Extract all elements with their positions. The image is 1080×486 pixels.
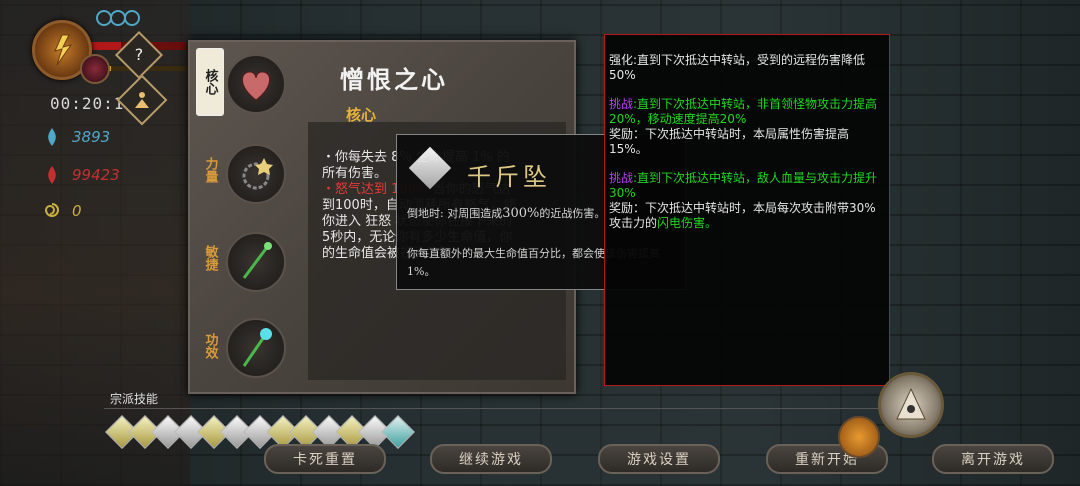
glowing-wand-skill-icon[interactable] [226,318,286,378]
rune-circles-icon [96,8,140,28]
tooltip-suffix: 的近战伤害。 [539,207,606,220]
divider [104,408,884,409]
sect-skill-strip [105,415,415,449]
resource-souls: 3893 [44,128,110,146]
companion-avatar[interactable] [80,54,110,84]
challenge-entry-1: 挑战:直到下次抵达中转站，非首领怪物攻击力提高20%，移动速度提高20% [609,97,885,127]
resource-blood: 99423 [44,166,120,184]
skill-title: 憎恨之心 [340,65,448,94]
blood-flame-icon [48,166,56,184]
heart-skill-icon[interactable] [226,54,286,114]
challenge-text-2: :直到下次抵达中转站，敌人血量与攻击力提升30% [609,171,878,200]
tooltip-title: 千斤坠 [467,163,551,191]
tab-strength-label: 力量 [202,157,218,183]
challenge-prefix-1: 挑战 [609,97,634,111]
lightning-skill-button[interactable] [838,416,880,458]
run-timer: 00:20:1 [50,94,125,113]
all-seeing-eye-button[interactable] [878,372,944,438]
tooltip-prefix: 倒地时: 对周围造成 [407,207,503,220]
challenge-text-1: :直到下次抵达中转站，非首领怪物攻击力提高20%，移动速度提高20% [609,97,878,126]
eye-icon [896,387,926,420]
tab-agility[interactable]: 敏捷 [196,224,224,292]
game-settings-button[interactable]: 游戏设置 [598,444,720,474]
leave-game-button[interactable]: 离开游戏 [932,444,1054,474]
green-staff-skill-icon[interactable] [226,232,286,292]
reward-entry-1: 奖励：下次抵达中转站时，本局属性伤害提高15%。 [609,127,850,156]
challenge-prefix-2: 挑战 [609,171,634,185]
continue-game-button[interactable]: 继续游戏 [430,444,552,474]
tab-strength[interactable]: 力量 [196,136,224,204]
blood-value: 99423 [72,166,120,184]
lightning-emblem-icon [54,34,73,66]
tooltip-value: 300% [502,206,540,221]
tab-agility-label: 敏捷 [202,245,218,271]
diamond-rune-icon [408,146,452,190]
coins-value: 0 [72,202,82,220]
chain-star-skill-icon[interactable] [226,144,286,204]
soul-flame-icon [48,128,56,146]
tab-core-label: 核心 [202,69,218,95]
tab-efficacy-label: 功效 [202,333,218,359]
tab-efficacy[interactable]: 功效 [196,312,224,380]
tab-core[interactable]: 核心 [196,48,224,116]
skill-type: 核心 [346,106,377,124]
blessing-info-box: 强化:直到下次抵达中转站，受到的远程伤害降低50% 挑战:直到下次抵达中转站，非… [604,34,890,386]
sect-skills-label: 宗派技能 [110,392,159,406]
help-label: ? [134,45,144,64]
reward-highlight-2: 闪电伤害。 [657,216,718,230]
reward-text-2: 奖励：下次抵达中转站时，本局每次攻击附带30%攻击力的 [609,201,876,230]
reward-entry-2: 奖励：下次抵达中转站时，本局每次攻击附带30%攻击力的闪电伤害。 [609,201,885,231]
stuck-reset-button[interactable]: 卡死重置 [264,444,386,474]
spiral-coin-icon [44,203,59,217]
challenge-entry-2: 挑战:直到下次抵达中转站，敌人血量与攻击力提升30% [609,171,885,201]
meditating-figure-icon [126,84,158,116]
resource-coins: 0 [44,202,82,220]
buff-entry-1: 强化:直到下次抵达中转站，受到的远程伤害降低50% [609,53,866,82]
tooltip-line-1: 倒地时: 对周围造成300%的近战伤害。 [407,205,605,221]
souls-value: 3893 [72,128,111,146]
